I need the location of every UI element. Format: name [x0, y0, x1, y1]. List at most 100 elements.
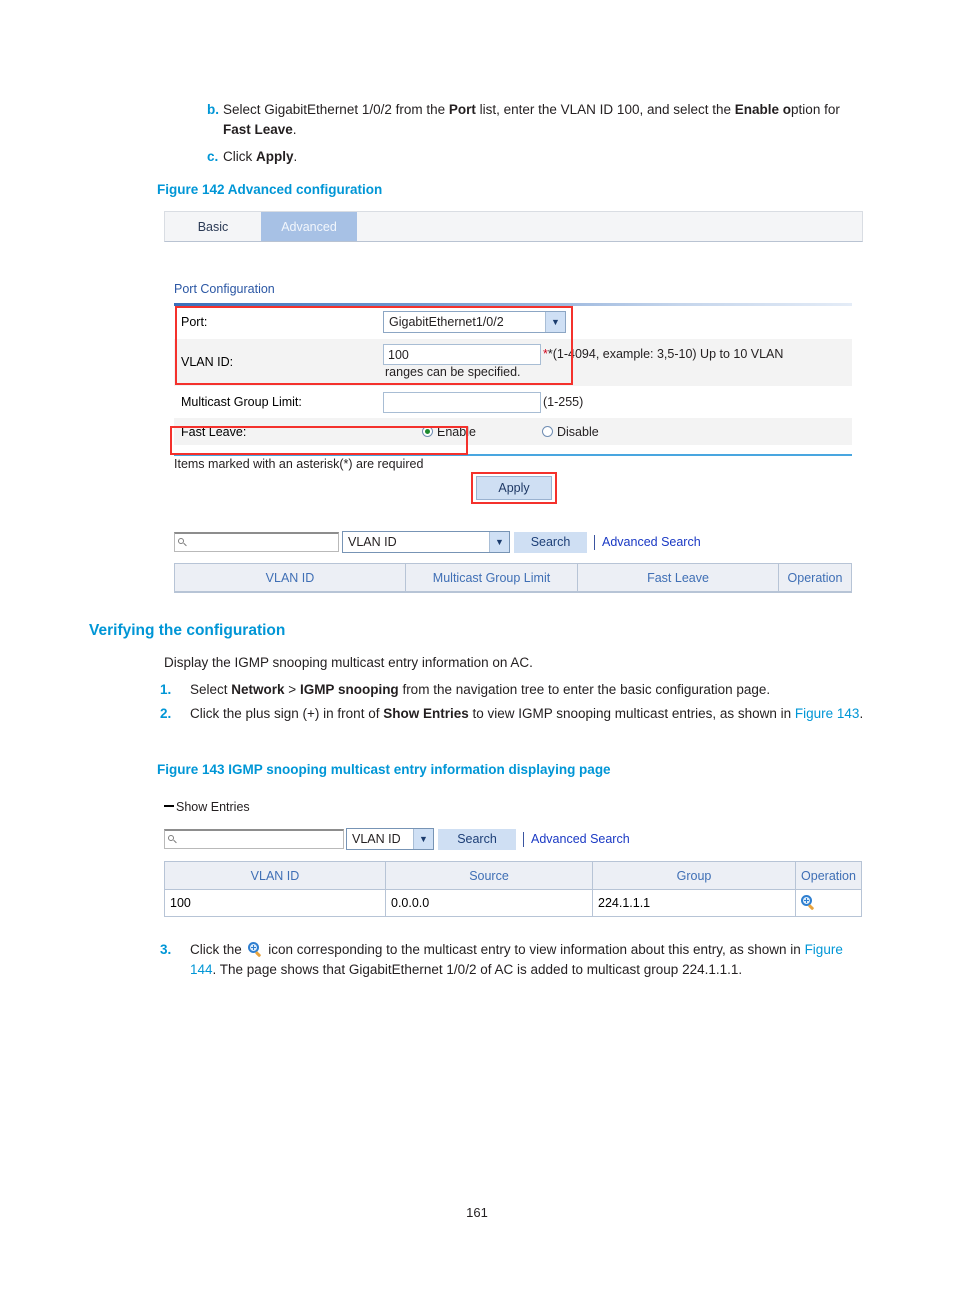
search-field-select-value-142: VLAN ID [348, 535, 397, 549]
radio-selected-icon[interactable] [422, 426, 433, 437]
vlan-id-label: VLAN ID: [181, 355, 234, 369]
verify-step-2-text: Click the plus sign (+) in front of Show… [190, 704, 868, 724]
port-configuration-form: Port: GigabitEthernet1/0/2 ▼ VLAN ID: 10… [174, 306, 852, 446]
show-entries-toggle[interactable]: Show Entries [164, 800, 250, 814]
zoom-in-icon[interactable] [801, 895, 817, 911]
step-c-marker: c. [207, 149, 219, 164]
form-row-port: Port: GigabitEthernet1/0/2 ▼ [174, 306, 852, 339]
port-select[interactable]: GigabitEthernet1/0/2 ▼ [383, 311, 566, 333]
vlan-id-hint-text: *(1-4094, example: 3,5-10) Up to 10 VLAN [547, 347, 784, 361]
zoom-in-icon-handle [807, 904, 815, 911]
step-3-block: 3. Click the icon corresponding to the m… [160, 940, 868, 984]
search-field-select-142[interactable]: VLAN ID ▼ [342, 531, 510, 553]
search-icon-143 [168, 834, 178, 845]
column-header-vlan-id-143[interactable]: VLAN ID [165, 862, 386, 889]
fast-leave-enable-option[interactable]: Enable [383, 425, 512, 439]
cell-operation [796, 890, 861, 916]
search-input-143[interactable] [164, 829, 344, 849]
column-header-multicast-group-limit[interactable]: Multicast Group Limit [406, 564, 578, 591]
cell-group: 224.1.1.1 [593, 890, 796, 916]
tab-advanced[interactable]: Advanced [261, 212, 357, 241]
step-3: 3. Click the icon corresponding to the m… [160, 940, 868, 980]
column-header-vlan-id[interactable]: VLAN ID [175, 564, 406, 591]
column-header-operation: Operation [787, 570, 843, 585]
fast-leave-disable-option[interactable]: Disable [512, 425, 599, 439]
step-3-text: Click the icon corresponding to the mult… [190, 940, 868, 980]
figure-reference-link[interactable]: Figure 143 [795, 706, 860, 721]
vlan-id-value: 100 [388, 347, 409, 362]
zoom-in-icon-plus-v [252, 945, 254, 950]
text-run: list, enter the VLAN ID 100, and select … [475, 102, 735, 117]
search-field-select-143[interactable]: VLAN ID ▼ [346, 828, 434, 850]
text-run: to view IGMP snooping multicast entries,… [468, 706, 795, 721]
advanced-search-link-142[interactable]: Advanced Search [602, 535, 701, 549]
cell-source: 0.0.0.0 [386, 890, 593, 916]
multicast-group-limit-hint: (1-255) [543, 395, 584, 409]
verify-step-2: 2. Click the plus sign (+) in front of S… [160, 704, 868, 724]
verify-step-2-marker: 2. [160, 706, 172, 721]
text-run: ption for [791, 102, 840, 117]
form-row-fast-leave: Fast Leave: Enable Disable [174, 418, 852, 446]
zoom-in-icon-handle [254, 951, 261, 958]
step-c-text: Click Apply. [223, 147, 865, 167]
text-run: Select GigabitEthernet 1/0/2 from the [223, 102, 449, 117]
text-run: Click the [190, 942, 246, 957]
verify-step-1-marker: 1. [160, 682, 172, 697]
search-input-142[interactable] [174, 532, 339, 552]
zoom-in-icon-plus-v [806, 898, 807, 903]
step-b-marker: b. [207, 102, 219, 117]
fast-leave-disable-label: Disable [557, 424, 599, 439]
search-button-143[interactable]: Search [438, 828, 516, 850]
column-header-fast-leave[interactable]: Fast Leave [578, 564, 779, 591]
tab-basic[interactable]: Basic [165, 212, 261, 241]
minus-icon[interactable] [164, 805, 174, 807]
column-header-source[interactable]: Source [386, 862, 593, 889]
multicast-entry-table-header: VLAN ID Source Group Operation [165, 862, 861, 890]
step-c: c. Click Apply. [193, 147, 865, 167]
vlan-id-input[interactable]: 100 [383, 344, 541, 365]
chevron-down-icon-142[interactable]: ▼ [489, 532, 509, 552]
text-run: Show Entries [383, 706, 469, 721]
text-run: Network [231, 682, 285, 697]
text-run: > [284, 682, 300, 697]
verifying-intro: Display the IGMP snooping multicast entr… [164, 655, 533, 670]
verifying-block: Display the IGMP snooping multicast entr… [160, 653, 868, 728]
column-header-operation-143: Operation [801, 868, 856, 883]
search-bar-143: VLAN ID ▼ Search Advanced Search [164, 828, 630, 850]
multicast-group-limit-input[interactable] [383, 391, 541, 413]
search-bar-142: VLAN ID ▼ Search Advanced Search [174, 531, 701, 553]
advanced-search-link-143[interactable]: Advanced Search [531, 832, 630, 846]
text-run: . The page shows that GigabitEthernet 1/… [212, 962, 743, 977]
text-run: . [859, 706, 864, 721]
multicast-entry-table: VLAN ID Source Group Operation 100 0.0.0… [164, 861, 862, 917]
search-field-select-value-143: VLAN ID [352, 832, 401, 846]
top-steps-list: b. Select GigabitEthernet 1/0/2 from the… [193, 100, 865, 171]
figure-143-caption: Figure 143 IGMP snooping multicast entry… [157, 762, 611, 777]
tab-bar: Basic Advanced [164, 211, 863, 242]
fast-leave-enable-label: Enable [437, 424, 476, 439]
text-run: IGMP snooping [299, 682, 399, 697]
chevron-down-icon-143[interactable]: ▼ [413, 829, 433, 849]
vlan-table-142-header: VLAN ID Multicast Group Limit Fast Leave… [175, 564, 851, 592]
form-row-multicast-group-limit: Multicast Group Limit: (1-255) [174, 387, 852, 418]
column-header-group[interactable]: Group [593, 862, 796, 889]
required-fields-note: Items marked with an asterisk(*) are req… [174, 457, 424, 471]
table-row: 100 0.0.0.0 224.1.1.1 [165, 890, 861, 916]
step-b: b. Select GigabitEthernet 1/0/2 from the… [193, 100, 865, 140]
radio-unselected-icon[interactable] [542, 426, 553, 437]
chevron-down-icon[interactable]: ▼ [545, 312, 565, 332]
form-bottom-rule [174, 454, 852, 456]
apply-button[interactable]: Apply [476, 476, 552, 500]
page-number: 161 [466, 1205, 488, 1220]
show-entries-label: Show Entries [176, 800, 250, 814]
step-3-marker: 3. [160, 942, 172, 957]
verify-step-1: 1. Select Network > IGMP snooping from t… [160, 680, 868, 700]
text-run: . [293, 149, 298, 164]
port-select-value: GigabitEthernet1/0/2 [389, 315, 504, 329]
divider [594, 534, 595, 550]
verify-step-1-text: Select Network > IGMP snooping from the … [190, 680, 868, 700]
search-button-142[interactable]: Search [514, 531, 587, 553]
text-run: o [779, 102, 792, 117]
port-configuration-title: Port Configuration [174, 282, 275, 296]
figure-142-caption: Figure 142 Advanced configuration [157, 182, 383, 197]
